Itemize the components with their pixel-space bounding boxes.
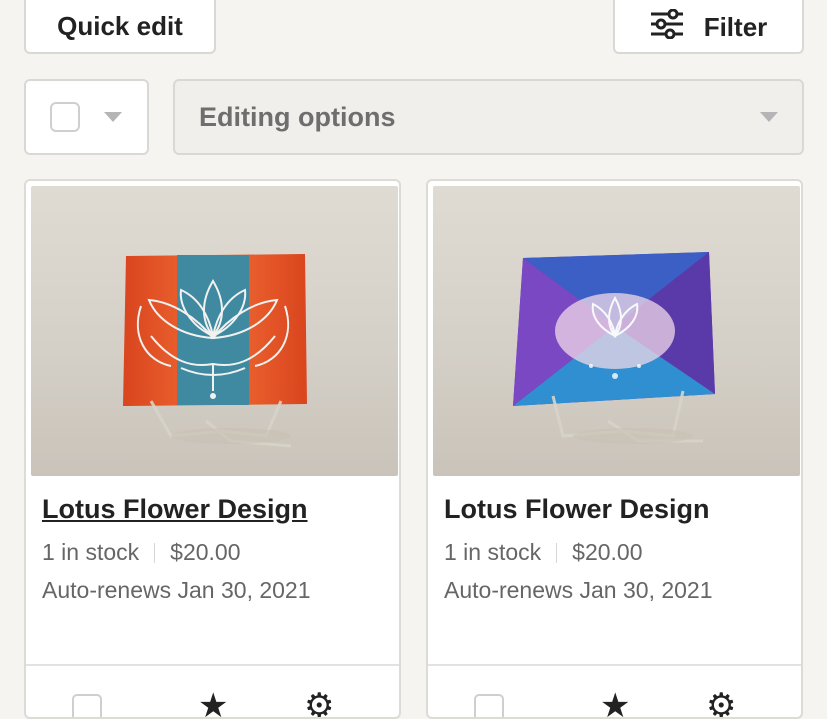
stock-count: 1 in stock [42,539,140,565]
listing-card[interactable]: Lotus Flower Design 1 in stock $20.00 Au… [426,179,803,719]
orange-teal-lotus-painting [123,254,307,448]
divider [556,542,558,563]
listing-title[interactable]: Lotus Flower Design [42,494,308,525]
star-icon[interactable]: ★ [600,689,630,717]
star-icon[interactable]: ★ [198,689,228,717]
filter-button[interactable]: Filter [613,0,804,54]
renewal-date: Auto-renews Jan 30, 2021 [444,577,713,603]
divider [428,664,801,666]
quick-edit-button[interactable]: Quick edit [24,0,216,54]
listing-checkbox[interactable] [72,694,102,717]
price: $20.00 [170,539,241,565]
listing-card[interactable]: Lotus Flower Design 1 in stock $20.00 Au… [24,179,401,719]
listing-photo[interactable] [433,186,800,476]
gear-icon[interactable]: ⚙ [304,689,334,717]
price: $20.00 [572,539,643,565]
stock-count: 1 in stock [444,539,542,565]
listing-photo[interactable] [31,186,398,476]
listing-title[interactable]: Lotus Flower Design [444,494,710,525]
listing-meta: 1 in stock $20.00 [444,539,643,566]
gear-icon[interactable]: ⚙ [706,689,736,717]
sliders-icon [650,8,684,46]
select-all-dropdown[interactable] [24,79,149,155]
renewal-date: Auto-renews Jan 30, 2021 [42,577,311,603]
select-all-checkbox[interactable] [50,102,80,132]
purple-blue-lotus-painting [513,252,715,444]
quick-edit-label: Quick edit [57,10,183,41]
chevron-down-icon [104,112,122,122]
divider [154,542,156,563]
chevron-down-icon [760,112,778,122]
editing-options-select[interactable]: Editing options [173,79,804,155]
divider [26,664,399,666]
filter-label: Filter [703,11,768,42]
editing-options-label: Editing options [199,101,396,132]
listing-meta: 1 in stock $20.00 [42,539,241,566]
listing-checkbox[interactable] [474,694,504,717]
